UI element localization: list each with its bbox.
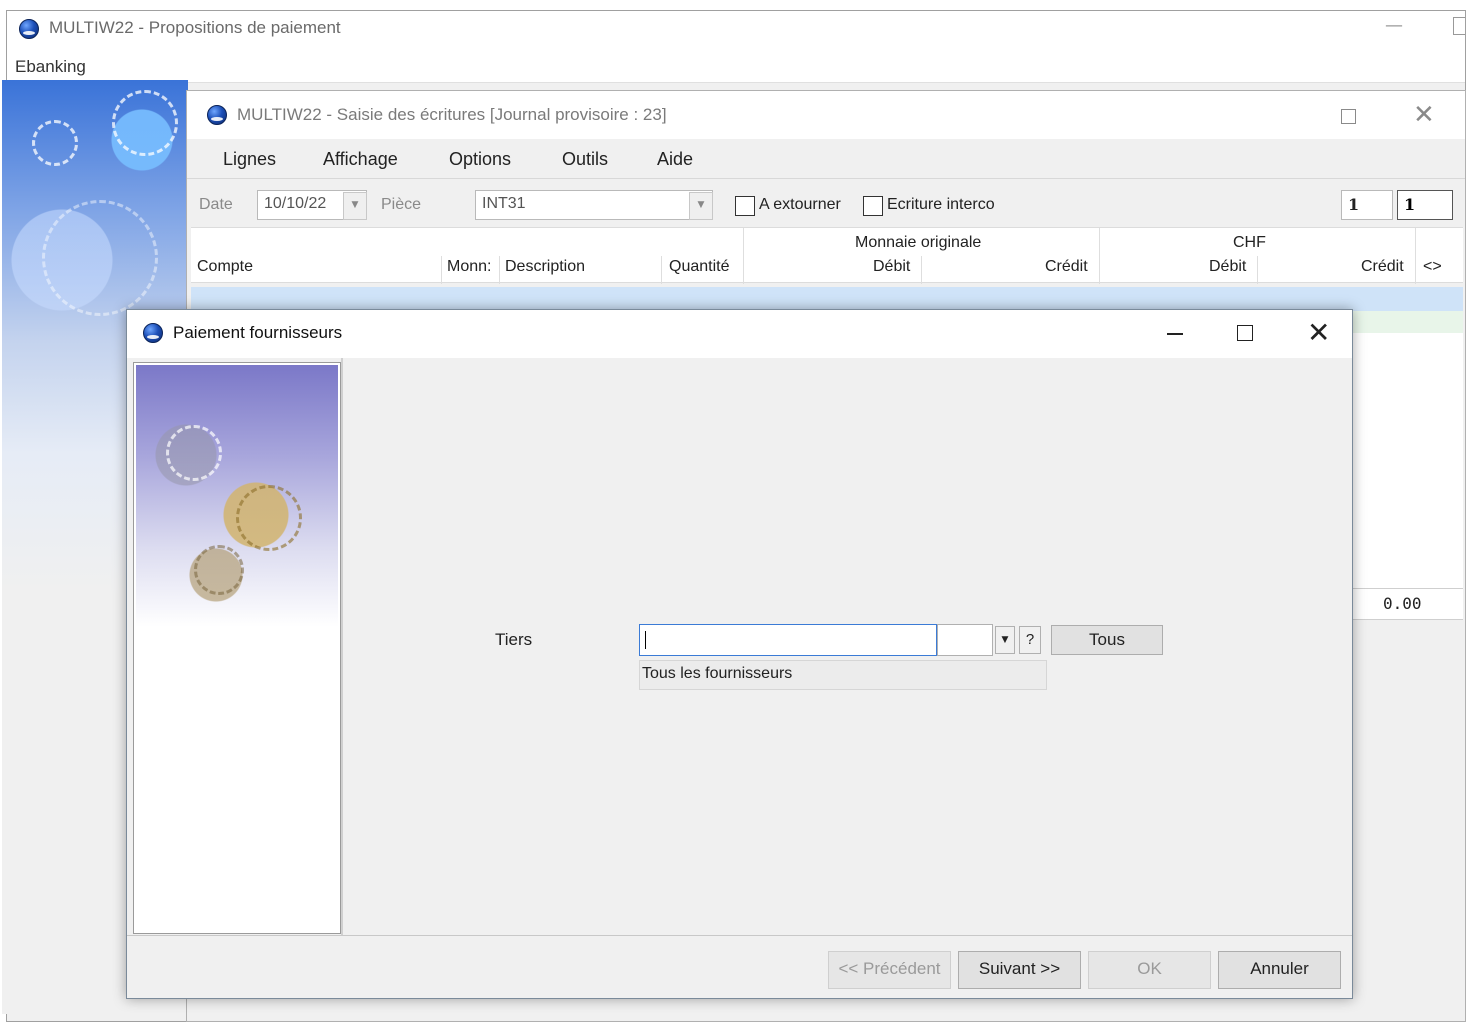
- tous-button[interactable]: Tous: [1051, 625, 1163, 655]
- col-description[interactable]: Description: [505, 258, 585, 276]
- outer-titlebar: MULTIW22 - Propositions de paiement —: [7, 11, 1465, 47]
- extourner-checkbox[interactable]: [735, 196, 755, 216]
- col-monnaie[interactable]: Monn:: [447, 258, 491, 276]
- grid-separator: [499, 256, 500, 284]
- gear-icon: [42, 200, 158, 316]
- col-debit-original[interactable]: Débit: [873, 258, 910, 276]
- text-caret: [645, 631, 646, 649]
- grid-separator: [1099, 228, 1100, 284]
- col-compte[interactable]: Compte: [197, 258, 253, 276]
- date-dropdown-icon[interactable]: ▼: [343, 192, 367, 220]
- maximize-icon[interactable]: [1453, 17, 1465, 35]
- tiers-help-button[interactable]: ?: [1019, 626, 1041, 654]
- interco-checkbox[interactable]: [863, 196, 883, 216]
- previous-button[interactable]: << Précédent: [828, 951, 951, 989]
- dialog-title: Paiement fournisseurs: [173, 323, 343, 342]
- wizard-side-panel: [133, 362, 341, 934]
- footer-divider: [127, 935, 1352, 936]
- journal-toolbar: Date 10/10/22 ▼ Pièce INT31 ▼ A extourne…: [187, 179, 1465, 221]
- gear-icon: [194, 545, 244, 595]
- outer-menubar: Ebanking: [7, 47, 1465, 83]
- menu-affichage[interactable]: Affichage: [323, 149, 398, 170]
- outer-window-title: MULTIW22 - Propositions de paiement: [49, 18, 341, 37]
- grid-separator: [441, 256, 442, 284]
- total-value: 0.00: [1383, 594, 1422, 613]
- dialog-titlebar: Paiement fournisseurs ✕: [127, 310, 1352, 358]
- grid-separator: [1415, 228, 1416, 284]
- interco-label: Ecriture interco: [887, 196, 995, 213]
- cancel-button[interactable]: Annuler: [1218, 951, 1341, 989]
- extourner-label: A extourner: [759, 196, 841, 213]
- tiers-label: Tiers: [495, 630, 533, 649]
- page-counter-field[interactable]: 1: [1397, 190, 1453, 220]
- app-logo-icon: [207, 105, 227, 125]
- minimize-icon[interactable]: [1167, 333, 1183, 335]
- grid-separator: [1257, 256, 1258, 284]
- tiers-description: Tous les fournisseurs: [639, 660, 1047, 690]
- app-logo-icon: [19, 19, 39, 39]
- grid-separator: [743, 228, 744, 284]
- tiers-dropdown-icon[interactable]: ▼: [995, 626, 1015, 654]
- panel-divider: [341, 358, 343, 936]
- gear-icon: [166, 425, 222, 481]
- col-quantite[interactable]: Quantité: [669, 258, 729, 276]
- grid-header: Monnaie originale CHF Compte Monn: Descr…: [191, 227, 1463, 284]
- menu-lignes[interactable]: Lignes: [223, 149, 276, 170]
- minimize-icon[interactable]: —: [1385, 15, 1403, 36]
- close-icon[interactable]: ✕: [1307, 316, 1330, 349]
- maximize-icon[interactable]: [1341, 109, 1356, 124]
- maximize-icon[interactable]: [1237, 325, 1253, 341]
- line-counter-field[interactable]: 1: [1341, 190, 1393, 220]
- journal-window-title: MULTIW22 - Saisie des écritures [Journal…: [237, 105, 667, 124]
- menu-ebanking[interactable]: Ebanking: [15, 57, 86, 77]
- grid-group-chf: CHF: [1233, 234, 1266, 251]
- col-resize-toggle[interactable]: <>: [1423, 258, 1442, 276]
- total-cell: 0.00: [1353, 588, 1463, 620]
- journal-titlebar: MULTIW22 - Saisie des écritures [Journal…: [187, 91, 1465, 139]
- menu-options[interactable]: Options: [449, 149, 511, 170]
- menu-outils[interactable]: Outils: [562, 149, 608, 170]
- menu-aide[interactable]: Aide: [657, 149, 693, 170]
- grid-separator: [661, 256, 662, 284]
- tiers-secondary-input[interactable]: [937, 624, 993, 656]
- piece-field[interactable]: INT31: [475, 190, 713, 220]
- col-debit-chf[interactable]: Débit: [1209, 258, 1246, 276]
- col-credit-original[interactable]: Crédit: [1045, 258, 1088, 276]
- date-label: Date: [199, 196, 233, 213]
- next-button[interactable]: Suivant >>: [958, 951, 1081, 989]
- wizard-gears-image: [136, 365, 338, 627]
- grid-separator: [921, 256, 922, 284]
- piece-label: Pièce: [381, 196, 422, 213]
- journal-menubar: Lignes Affichage Options Outils Aide: [187, 139, 1465, 179]
- payment-dialog: Paiement fournisseurs ✕ Tiers ▼ ? Tous T…: [126, 309, 1353, 999]
- close-icon[interactable]: ✕: [1413, 100, 1435, 130]
- col-credit-chf[interactable]: Crédit: [1361, 258, 1404, 276]
- piece-dropdown-icon[interactable]: ▼: [689, 192, 713, 220]
- gear-icon: [236, 485, 302, 551]
- gear-icon: [112, 90, 178, 156]
- gear-icon: [32, 120, 78, 166]
- tiers-input[interactable]: [639, 624, 937, 656]
- app-logo-icon: [143, 323, 163, 343]
- grid-group-original: Monnaie originale: [855, 234, 982, 251]
- table-row[interactable]: [191, 287, 1463, 311]
- ok-button[interactable]: OK: [1088, 951, 1211, 989]
